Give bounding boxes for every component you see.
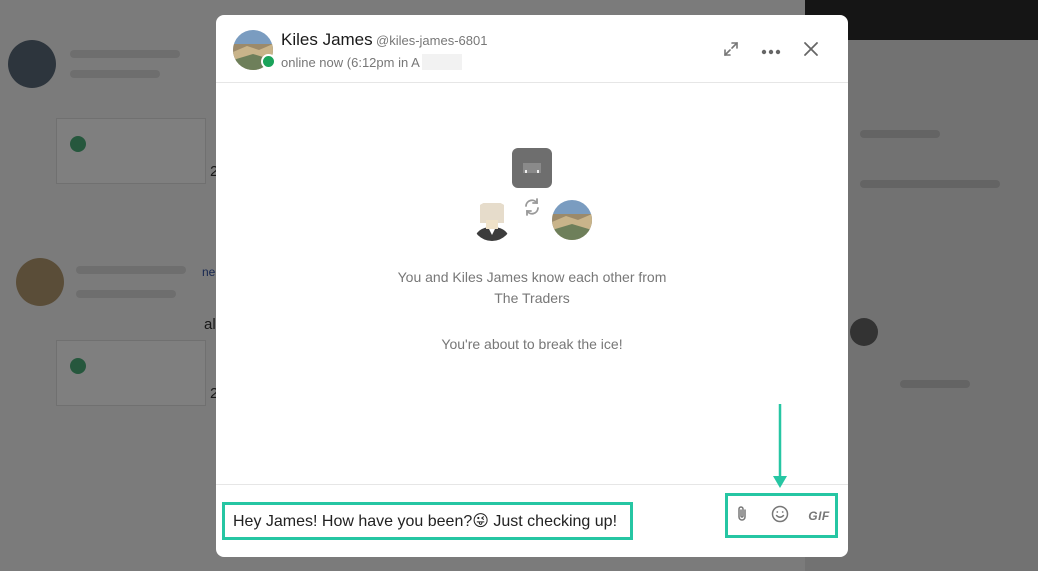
user-name[interactable]: Kiles James [281, 30, 373, 50]
presence-text: online now (6:12pm in A [281, 55, 420, 70]
message-input[interactable]: Hey James! How have you been?😜 Just chec… [222, 502, 633, 540]
redacted-location [421, 54, 462, 70]
presence-status: online now (6:12pm in A [281, 54, 462, 70]
chat-header: Kiles James @kiles-james-6801 online now… [216, 15, 848, 83]
more-options-icon [761, 42, 781, 60]
emoji-icon [771, 505, 789, 528]
message-text-start: Hey James! How have you been? [233, 513, 473, 530]
mutual-group-name: The Traders [494, 290, 570, 306]
more-options-button[interactable] [757, 37, 785, 65]
group-icon [512, 148, 552, 188]
expand-button[interactable] [717, 37, 745, 65]
winking-tongue-emoji: 😜 [472, 513, 489, 530]
online-status-indicator [261, 54, 276, 69]
attachment-button[interactable] [731, 505, 753, 527]
attachment-icon [735, 505, 749, 528]
gif-button[interactable]: GIF [804, 505, 834, 527]
contact-avatar [552, 200, 592, 240]
sync-icon [522, 197, 542, 222]
close-button[interactable] [797, 37, 825, 65]
my-avatar [472, 201, 512, 241]
expand-icon [722, 40, 740, 63]
message-composer: Hey James! How have you been?😜 Just chec… [216, 484, 848, 557]
message-text-end: Just checking up! [488, 513, 618, 530]
chat-modal: Kiles James @kiles-james-6801 online now… [216, 15, 848, 557]
annotation-arrow [773, 404, 787, 488]
emoji-button[interactable] [768, 505, 792, 527]
gif-icon: GIF [808, 509, 830, 523]
close-icon [803, 41, 819, 62]
user-handle: @kiles-james-6801 [376, 33, 488, 48]
composer-tools: GIF [725, 493, 838, 538]
break-ice-text: You're about to break the ice! [441, 336, 623, 352]
message-text: Hey James! How have you been?😜 Just chec… [233, 511, 617, 531]
mutual-connection-text: You and Kiles James know each other from [397, 269, 667, 285]
